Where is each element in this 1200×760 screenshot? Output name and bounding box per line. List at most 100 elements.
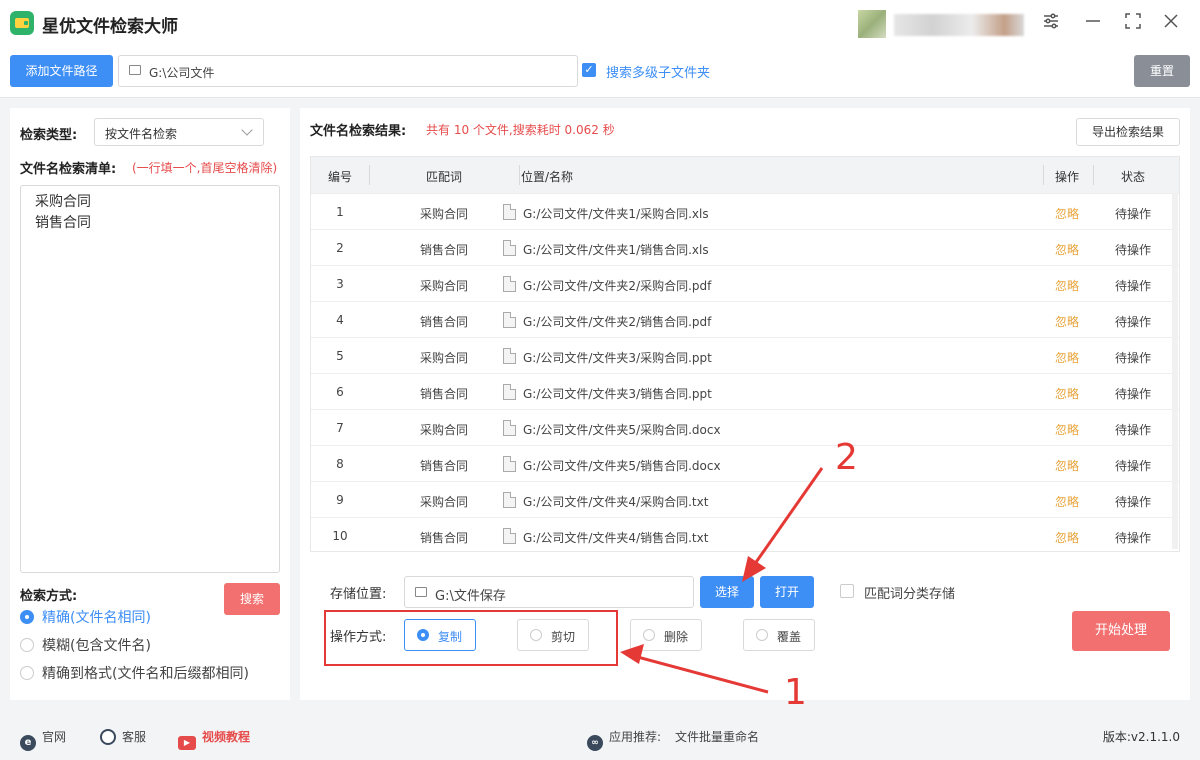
filename-list-textarea[interactable]: 采购合同 销售合同 [20,185,280,573]
row-status: 待操作 [1114,495,1151,509]
avatar[interactable] [858,10,886,38]
chevron-down-icon [241,124,253,136]
table-scrollbar[interactable] [1172,193,1178,549]
row-path: G:/公司文件/文件夹4/销售合同.txt [503,528,708,546]
results-summary: 共有 10 个文件,搜索耗时 0.062 秒 [426,123,615,137]
row-path: G:/公司文件/文件夹1/采购合同.xls [503,204,709,222]
operation-overwrite-option[interactable]: 覆盖 [743,619,815,651]
row-match-word: 采购合同 [419,423,468,437]
storage-path-value: G:\文件保存 [435,589,506,604]
app-logo-icon [10,11,34,35]
radio-icon [20,638,34,652]
row-match-word: 销售合同 [419,531,468,545]
row-ignore-button[interactable]: 忽略 [1055,205,1083,222]
row-number: 3 [336,277,344,291]
classify-by-match-checkbox[interactable] [840,584,854,598]
row-status: 待操作 [1114,351,1151,365]
table-row[interactable]: 7 采购合同 G:/公司文件/文件夹5/采购合同.docx 忽略 待操作 [311,409,1179,445]
operation-delete-option[interactable]: 删除 [630,619,702,651]
select-folder-button[interactable]: 选择 [700,576,754,608]
mode-option-exact[interactable]: 精确(文件名相同) [20,607,151,627]
row-ignore-button[interactable]: 忽略 [1055,277,1083,294]
subfolder-checkbox[interactable]: ✓ [582,63,596,77]
row-path: G:/公司文件/文件夹5/采购合同.docx [503,420,721,438]
settings-sliders-icon[interactable] [1040,12,1062,34]
row-number: 2 [336,241,344,255]
row-ignore-button[interactable]: 忽略 [1055,529,1083,546]
file-icon [503,384,516,400]
mode-option-fuzzy[interactable]: 模糊(包含文件名) [20,635,151,655]
footer-recommend-label: 应用推荐: [609,730,662,744]
table-row[interactable]: 5 采购合同 G:/公司文件/文件夹3/采购合同.ppt 忽略 待操作 [311,337,1179,373]
table-row[interactable]: 9 采购合同 G:/公司文件/文件夹4/采购合同.txt 忽略 待操作 [311,481,1179,517]
row-ignore-button[interactable]: 忽略 [1055,421,1083,438]
chat-bubble-icon [100,729,116,745]
add-file-path-button[interactable]: 添加文件路径 [10,55,113,87]
close-icon[interactable] [1160,12,1182,34]
source-path-input[interactable]: G:\公司文件 [118,55,578,87]
row-path-text: G:/公司文件/文件夹3/销售合同.ppt [523,387,712,401]
row-ignore-button[interactable]: 忽略 [1055,457,1083,474]
row-number: 10 [332,529,348,543]
search-mode-label: 检索方式: [20,589,78,604]
row-ignore-button[interactable]: 忽略 [1055,313,1083,330]
radio-icon [643,629,655,641]
search-button[interactable]: 搜索 [224,583,280,615]
row-path: G:/公司文件/文件夹1/销售合同.xls [503,240,709,258]
storage-path-input[interactable]: G:\文件保存 [404,576,694,608]
row-number: 8 [336,457,344,471]
row-number: 4 [336,313,344,327]
folder-icon [129,65,141,75]
reset-button[interactable]: 重置 [1134,55,1190,87]
footer-video-label: 视频教程 [202,730,251,744]
table-row[interactable]: 6 销售合同 G:/公司文件/文件夹3/销售合同.ppt 忽略 待操作 [311,373,1179,409]
file-icon [503,204,516,220]
row-ignore-button[interactable]: 忽略 [1055,493,1083,510]
row-path-text: G:/公司文件/文件夹3/采购合同.ppt [523,351,712,365]
row-status: 待操作 [1114,387,1151,401]
table-row[interactable]: 3 采购合同 G:/公司文件/文件夹2/采购合同.pdf 忽略 待操作 [311,265,1179,301]
row-ignore-button[interactable]: 忽略 [1055,385,1083,402]
table-row[interactable]: 2 销售合同 G:/公司文件/文件夹1/销售合同.xls 忽略 待操作 [311,229,1179,265]
file-icon [503,312,516,328]
results-label: 文件名检索结果: [310,124,407,139]
username-blurred[interactable] [894,14,1024,36]
row-path-text: G:/公司文件/文件夹4/采购合同.txt [523,495,709,509]
file-icon [503,276,516,292]
row-ignore-button[interactable]: 忽略 [1055,349,1083,366]
search-type-select[interactable]: 按文件名检索 [94,118,264,146]
row-number: 1 [336,205,344,219]
table-row[interactable]: 8 销售合同 G:/公司文件/文件夹5/销售合同.docx 忽略 待操作 [311,445,1179,481]
file-icon [503,420,516,436]
minimize-icon[interactable] [1082,12,1104,34]
video-camera-icon: ▶ [178,736,196,750]
export-results-button[interactable]: 导出检索结果 [1076,118,1180,146]
table-row[interactable]: 10 销售合同 G:/公司文件/文件夹4/销售合同.txt 忽略 待操作 [311,517,1179,553]
row-ignore-button[interactable]: 忽略 [1055,241,1083,258]
classify-by-match-label[interactable]: 匹配词分类存储 [864,583,955,602]
footer-video-tutorial-link[interactable]: ▶ 视频教程 [178,728,250,750]
column-header-status: 状态 [1120,170,1145,184]
table-row[interactable]: 1 采购合同 G:/公司文件/文件夹1/采购合同.xls 忽略 待操作 [311,193,1179,229]
row-status: 待操作 [1114,207,1151,221]
footer-support-label: 客服 [122,730,147,744]
start-processing-button[interactable]: 开始处理 [1072,611,1170,651]
column-divider [369,165,370,185]
row-match-word: 销售合同 [419,459,468,473]
mode-option-exact-format[interactable]: 精确到格式(文件名和后缀都相同) [20,663,249,683]
maximize-icon[interactable] [1122,12,1144,34]
footer-support-link[interactable]: 客服 [100,728,146,745]
table-row[interactable]: 4 销售合同 G:/公司文件/文件夹2/销售合同.pdf 忽略 待操作 [311,301,1179,337]
footer-recommend-app-link[interactable]: 文件批量重命名 [675,728,759,745]
results-panel: 文件名检索结果: 共有 10 个文件,搜索耗时 0.062 秒 导出检索结果 编… [300,108,1190,700]
operation-option-label: 删除 [664,630,689,644]
footer-website-link[interactable]: e 官网 [20,728,66,751]
annotation-highlight-box [324,610,618,666]
mode-option-label: 精确到格式(文件名和后缀都相同) [42,666,249,682]
open-folder-button[interactable]: 打开 [760,576,814,608]
row-number: 6 [336,385,344,399]
subfolder-label[interactable]: 搜索多级子文件夹 [606,62,710,81]
radio-icon [756,629,768,641]
link-icon: ∞ [587,735,603,751]
row-number: 9 [336,493,344,507]
